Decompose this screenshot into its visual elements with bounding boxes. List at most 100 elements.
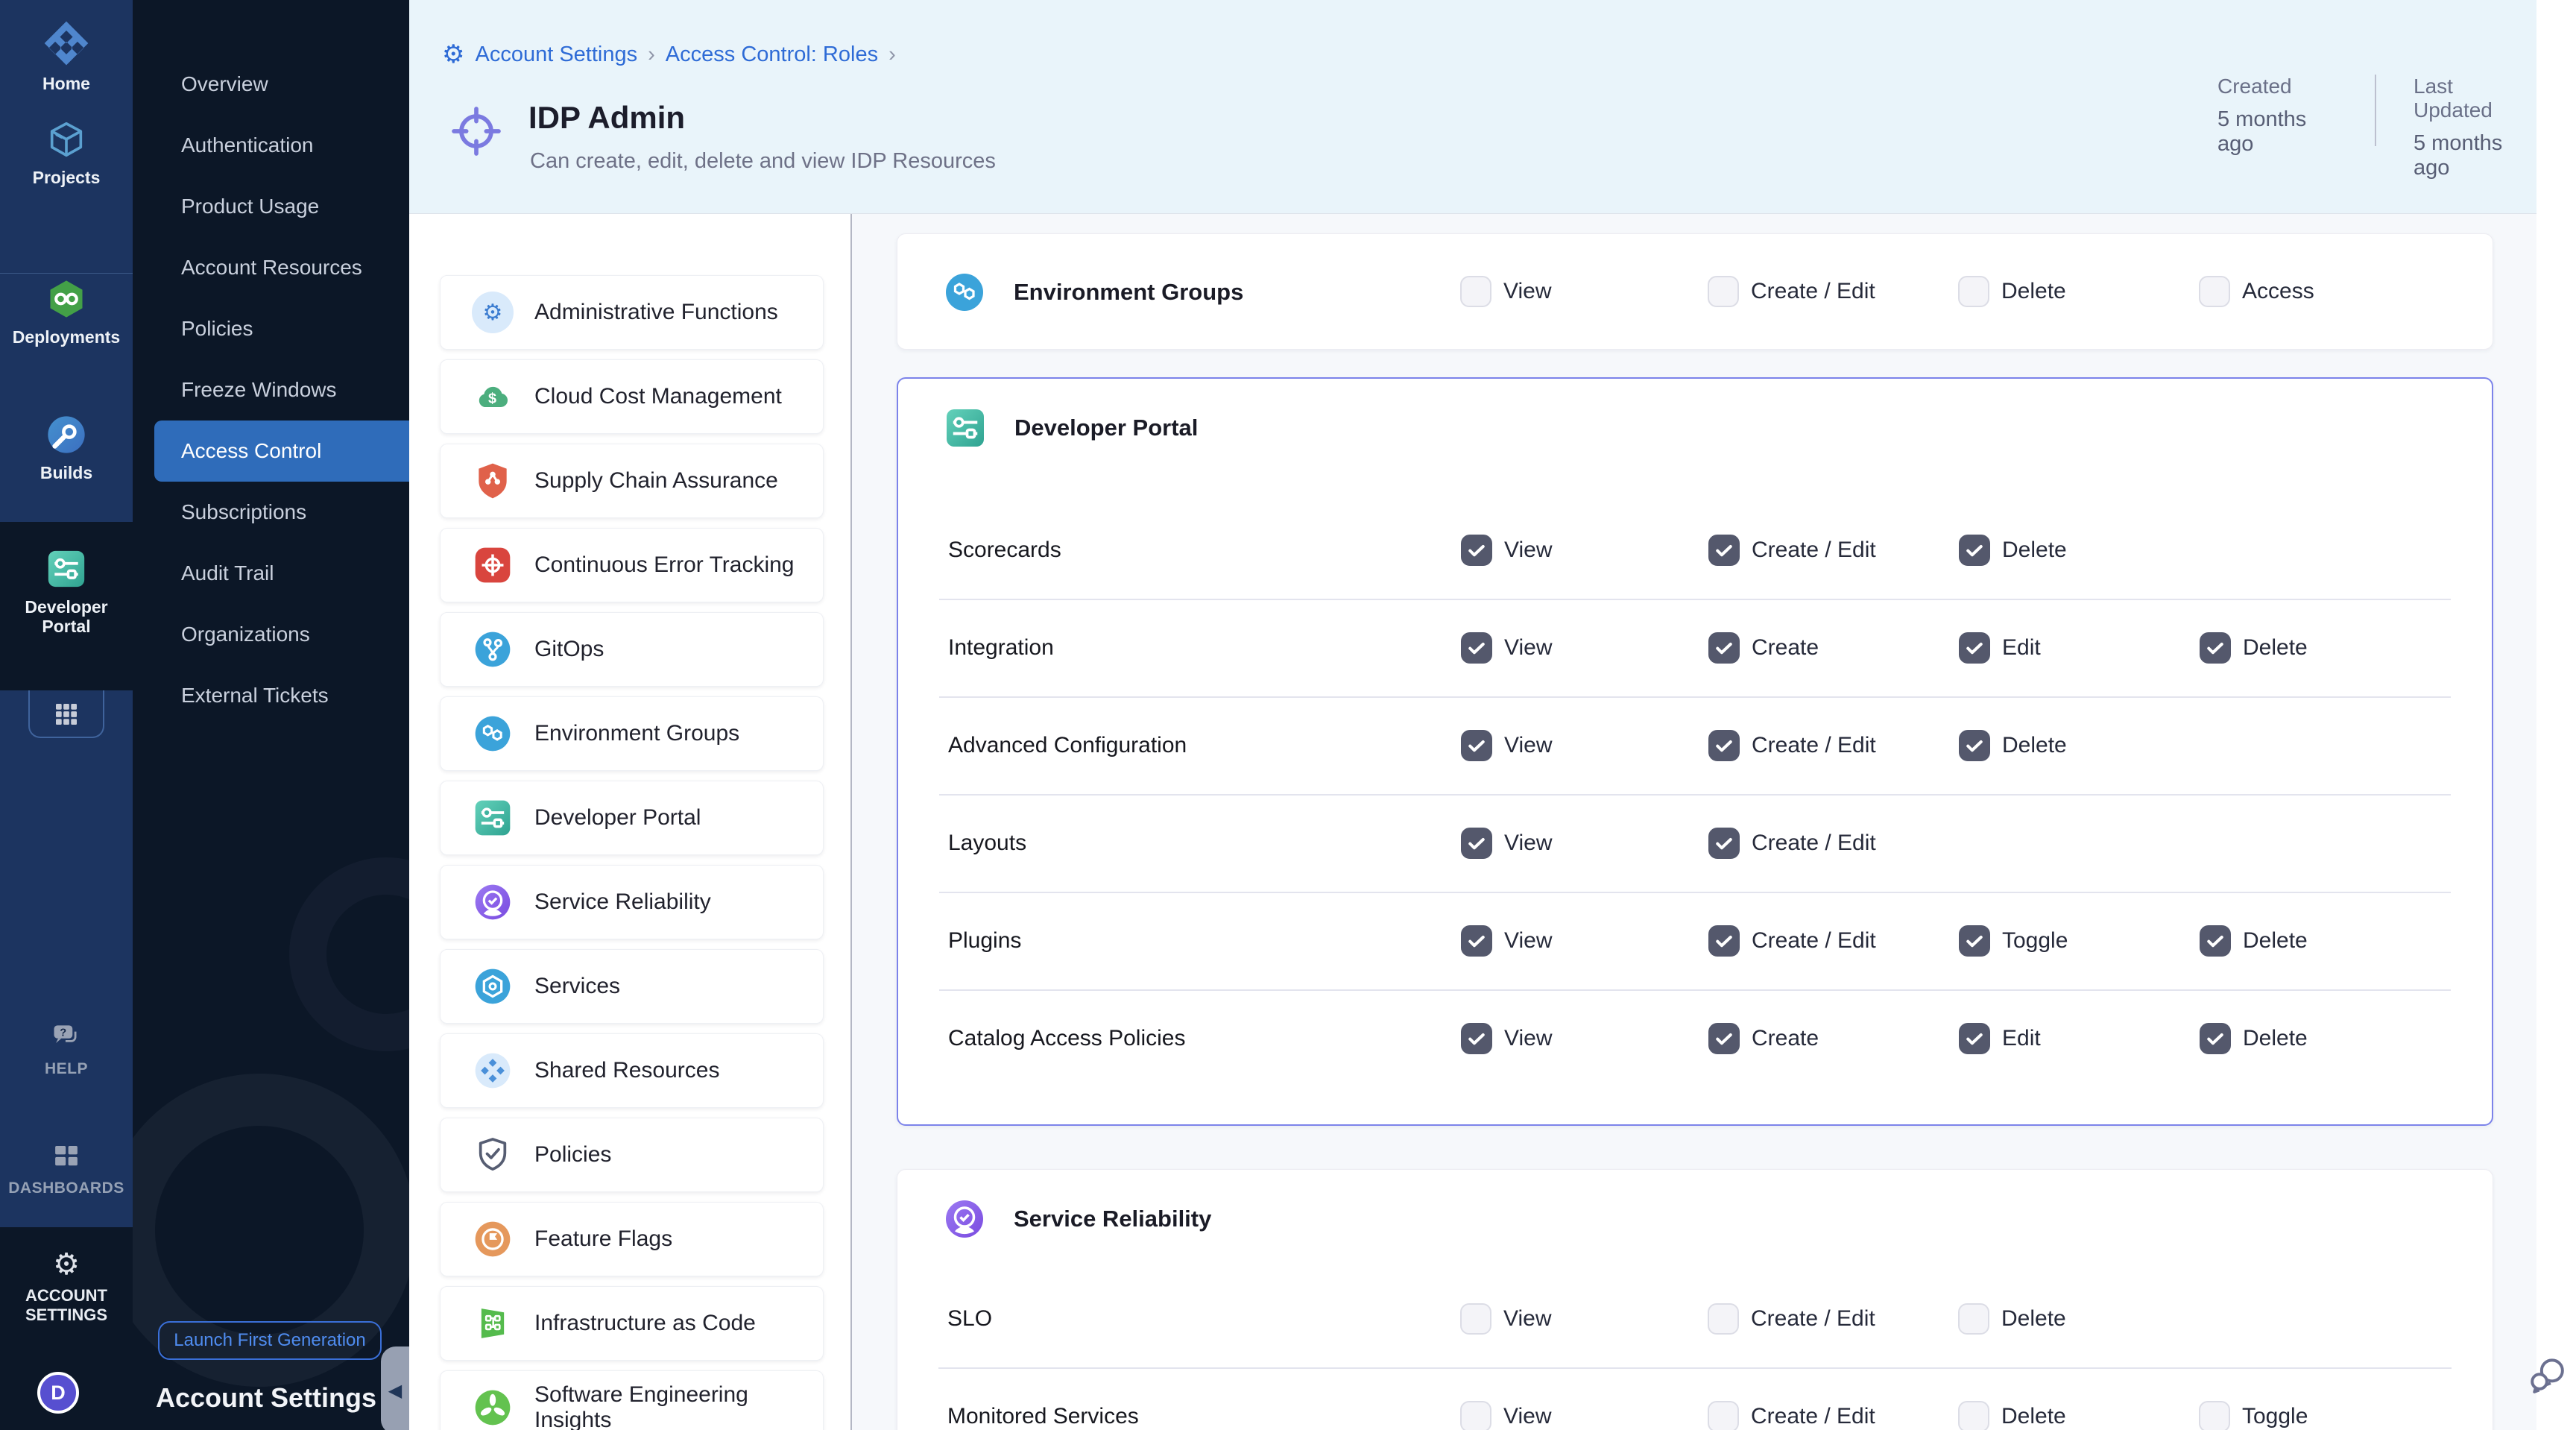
checkbox-view[interactable]	[1460, 276, 1491, 307]
sidebar-item-account-resources[interactable]: Account Resources	[133, 237, 409, 298]
checkbox-delete[interactable]	[1959, 535, 1990, 566]
service-reliability-icon	[942, 1197, 987, 1241]
supply-chain-icon	[472, 460, 514, 502]
checkbox-delete[interactable]	[2200, 925, 2231, 957]
resource-item-feature-flags[interactable]: Feature Flags	[440, 1202, 824, 1276]
checkbox-view[interactable]	[1460, 1303, 1491, 1335]
sidebar-item-subscriptions[interactable]: Subscriptions	[133, 482, 409, 543]
checkbox-delete[interactable]	[2200, 1023, 2231, 1054]
checkbox-toggle[interactable]	[1959, 925, 1990, 957]
checkbox-view[interactable]	[1461, 632, 1492, 664]
sidebar-item-freeze-windows[interactable]: Freeze Windows	[133, 359, 409, 421]
sidebar-item-overview[interactable]: Overview	[133, 54, 409, 115]
rail-item-home[interactable]: Home	[0, 19, 133, 93]
resource-item-cloud-cost-management[interactable]: $ Cloud Cost Management	[440, 359, 824, 434]
svg-text:$: $	[488, 390, 496, 406]
sidebar-item-external-tickets[interactable]: External Tickets	[133, 665, 409, 726]
checkbox-create-edit[interactable]	[1708, 730, 1740, 761]
user-avatar[interactable]: D	[37, 1372, 79, 1414]
checkbox-delete[interactable]	[2200, 632, 2231, 664]
sidebar-collapse-handle[interactable]: ◀	[381, 1346, 409, 1430]
support-chat-icon[interactable]	[2527, 1348, 2569, 1400]
resource-item-infrastructure-as-code[interactable]: Infrastructure as Code	[440, 1286, 824, 1361]
checkbox-create-edit[interactable]	[1708, 1303, 1739, 1335]
checkbox-create-edit[interactable]	[1708, 1401, 1739, 1430]
permission-row-slo: SLO View Create / Edit Delete	[897, 1270, 2493, 1367]
rail-item-label: Developer Portal	[14, 597, 119, 636]
checkbox-create-edit[interactable]	[1708, 276, 1739, 307]
checkbox-edit[interactable]	[1959, 1023, 1990, 1054]
developer-portal-icon	[45, 547, 88, 590]
rail-item-help[interactable]: ? HELP	[0, 1020, 133, 1079]
resource-item-policies[interactable]: Policies	[440, 1118, 824, 1192]
checkbox-view[interactable]	[1461, 925, 1492, 957]
checkbox-toggle[interactable]	[2199, 1401, 2230, 1430]
rail-item-dashboards[interactable]: DASHBOARDS	[0, 1141, 133, 1198]
checkbox-create-edit[interactable]	[1708, 535, 1740, 566]
launch-first-generation-button[interactable]: Launch First Generation	[158, 1321, 382, 1360]
sidebar-item-audit-trail[interactable]: Audit Trail	[133, 543, 409, 604]
checkbox-delete[interactable]	[1958, 1401, 1989, 1430]
checkbox-edit[interactable]	[1959, 632, 1990, 664]
rail-item-projects[interactable]: Projects	[0, 118, 133, 187]
resource-item-services[interactable]: Services	[440, 949, 824, 1024]
rail-item-account-settings[interactable]: ⚙ ACCOUNT SETTINGS	[0, 1250, 133, 1325]
avatar-initial: D	[51, 1382, 66, 1405]
permission-row-integration: Integration View Create Edit Delete	[898, 599, 2492, 696]
page-subtitle: Can create, edit, delete and view IDP Re…	[530, 149, 996, 174]
checkbox-create[interactable]	[1708, 1023, 1740, 1054]
resource-item-gitops[interactable]: GitOps	[440, 612, 824, 687]
rail-item-label: Builds	[40, 463, 92, 482]
checkbox-access[interactable]	[2199, 276, 2230, 307]
resource-item-administrative-functions[interactable]: ⚙ Administrative Functions	[440, 275, 824, 350]
rail-item-label: Projects	[33, 168, 101, 187]
permission-row-plugins: Plugins View Create / Edit Toggle Delete	[898, 892, 2492, 989]
rail-item-label: Deployments	[13, 327, 120, 347]
checkbox-view[interactable]	[1461, 535, 1492, 566]
module-picker-tab[interactable]	[28, 690, 104, 738]
permission-row-monitored-services: Monitored Services View Create / Edit De…	[897, 1367, 2493, 1430]
resource-item-environment-groups[interactable]: Environment Groups	[440, 696, 824, 771]
resource-item-developer-portal[interactable]: Developer Portal	[440, 781, 824, 855]
settings-menu: Overview Authentication Product Usage Ac…	[133, 54, 409, 726]
rail-item-developer-portal[interactable]: Developer Portal	[0, 547, 133, 636]
breadcrumb-link-access-control-roles[interactable]: Access Control: Roles	[666, 42, 878, 67]
checkbox-create-edit[interactable]	[1708, 828, 1740, 859]
resource-item-software-engineering-insights[interactable]: Software Engineering Insights	[440, 1370, 824, 1430]
created-label: Created	[2217, 75, 2340, 98]
resource-item-supply-chain-assurance[interactable]: Supply Chain Assurance	[440, 444, 824, 518]
created-value: 5 months ago	[2217, 107, 2340, 157]
sidebar-item-organizations[interactable]: Organizations	[133, 604, 409, 665]
sidebar-item-access-control[interactable]: Access Control	[154, 421, 409, 482]
gear-watermark	[289, 857, 409, 1051]
permission-card-developer-portal: Developer Portal Scorecards View Create …	[897, 377, 2493, 1126]
resource-item-shared-resources[interactable]: Shared Resources	[440, 1033, 824, 1108]
rail-item-builds[interactable]: Builds	[0, 413, 133, 482]
resource-item-continuous-error-tracking[interactable]: Continuous Error Tracking	[440, 528, 824, 602]
breadcrumb-link-account-settings[interactable]: Account Settings	[475, 42, 637, 67]
sidebar-item-authentication[interactable]: Authentication	[133, 115, 409, 176]
breadcrumb-chevron: ›	[888, 42, 896, 67]
module-rail: Home Projects Deployments Builds Develop	[0, 0, 133, 1430]
permission-row-advanced-configuration: Advanced Configuration View Create / Edi…	[898, 696, 2492, 794]
checkbox-create-edit[interactable]	[1708, 925, 1740, 957]
rail-item-deployments[interactable]: Deployments	[0, 277, 133, 347]
resource-item-service-reliability[interactable]: Service Reliability	[440, 865, 824, 939]
rail-divider	[0, 273, 133, 274]
software-engineering-insights-icon	[472, 1387, 514, 1429]
sidebar-item-product-usage[interactable]: Product Usage	[133, 176, 409, 237]
checkbox-view[interactable]	[1461, 1023, 1492, 1054]
permission-row: Environment Groups View Create / Edit De…	[897, 234, 2493, 349]
rail-item-label: Home	[42, 74, 90, 93]
checkbox-delete[interactable]	[1958, 1303, 1989, 1335]
checkbox-delete[interactable]	[1958, 276, 1989, 307]
checkbox-view[interactable]	[1461, 828, 1492, 859]
checkbox-create[interactable]	[1708, 632, 1740, 664]
checkbox-view[interactable]	[1461, 730, 1492, 761]
settings-gear-icon: ⚙	[442, 42, 464, 67]
checkbox-delete[interactable]	[1959, 730, 1990, 761]
checkbox-view[interactable]	[1460, 1401, 1491, 1430]
rail-item-label: DASHBOARDS	[8, 1179, 124, 1198]
sidebar-item-policies[interactable]: Policies	[133, 298, 409, 359]
help-icon: ?	[50, 1020, 83, 1053]
